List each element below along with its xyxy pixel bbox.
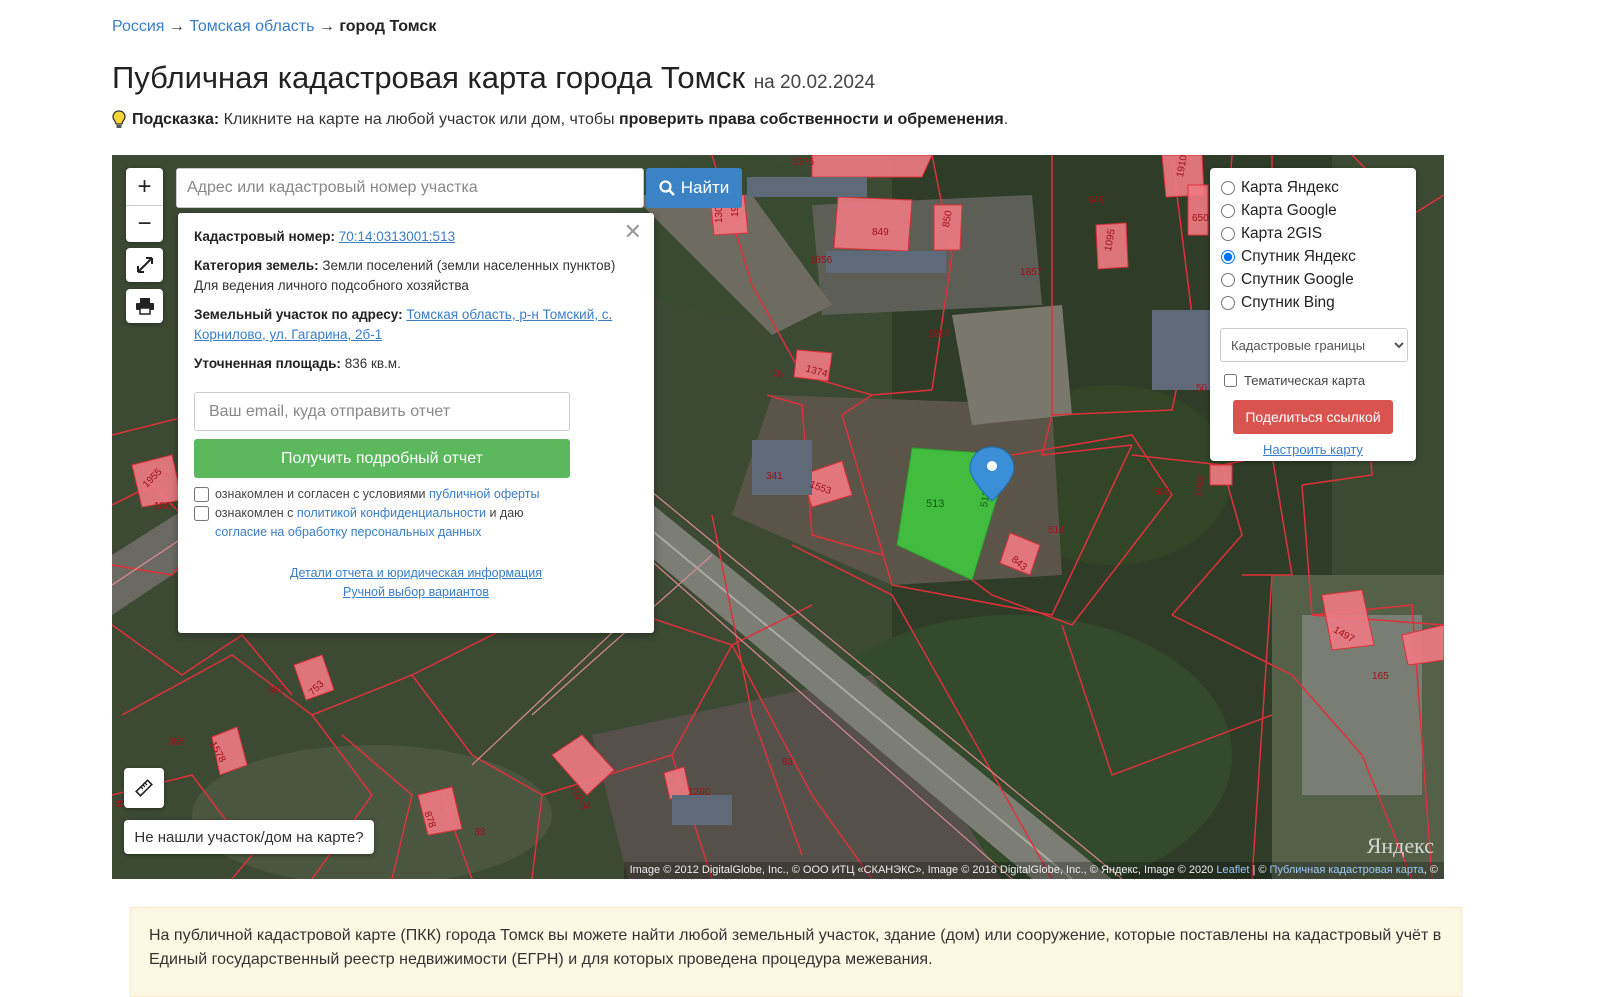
zoom-in-button[interactable]: + bbox=[126, 168, 163, 205]
yandex-logo: Яндекс bbox=[1366, 833, 1434, 858]
page-date: на 20.02.2024 bbox=[753, 72, 876, 93]
privacy-text: ознакомлен с bbox=[215, 506, 294, 520]
parcel-label: 33 bbox=[474, 827, 486, 838]
layer-switcher: Карта Яндекс Карта Google Карта 2GIS Спу… bbox=[1210, 168, 1416, 461]
share-link-button[interactable]: Поделиться ссылкой bbox=[1233, 400, 1393, 434]
privacy-agreement: ознакомлен с политикой конфиденциальност… bbox=[194, 504, 638, 542]
parcel-label: 1856 bbox=[810, 255, 833, 266]
breadcrumb-separator: → bbox=[318, 18, 335, 35]
fullscreen-icon bbox=[136, 257, 153, 273]
pkk-link[interactable]: Публичная кадастровая карта bbox=[1270, 864, 1424, 876]
layer-option-bing-satellite[interactable]: Спутник Bing bbox=[1220, 291, 1406, 314]
parcel-label: 514 bbox=[1048, 525, 1065, 536]
breadcrumb-russia[interactable]: Россия bbox=[112, 18, 164, 35]
parcel-label: 83 bbox=[782, 757, 794, 768]
parcel-label: 34 bbox=[580, 801, 592, 812]
land-usage: Для ведения личного подсобного хозяйства bbox=[194, 278, 469, 293]
offer-agreement: ознакомлен и согласен с условиями публич… bbox=[194, 485, 638, 504]
zoom-out-button[interactable]: − bbox=[126, 205, 163, 242]
layer-option-yandex-map[interactable]: Карта Яндекс bbox=[1220, 176, 1406, 199]
leaflet-link[interactable]: Leaflet bbox=[1216, 864, 1249, 876]
cad-number-label: Кадастровый номер: bbox=[194, 229, 335, 244]
layer-option-google-satellite[interactable]: Спутник Google bbox=[1220, 268, 1406, 291]
configure-map-link[interactable]: Настроить карту bbox=[1220, 442, 1406, 457]
find-button[interactable]: Найти bbox=[646, 168, 742, 208]
offer-text: ознакомлен и согласен с условиями bbox=[215, 487, 426, 501]
parcel-label: 1375 bbox=[792, 157, 815, 168]
breadcrumb-separator: → bbox=[168, 18, 185, 35]
zoom-control: + − bbox=[126, 168, 163, 242]
offer-checkbox[interactable] bbox=[194, 487, 209, 502]
thematic-map-toggle[interactable]: Тематическая карта bbox=[1220, 368, 1406, 392]
page-title: Публичная кадастровая карта города Томск… bbox=[112, 60, 875, 96]
parcel-label: 165 bbox=[1372, 671, 1389, 682]
parcel-info-popup: ✕ Кадастровый номер: 70:14:0313001:513 К… bbox=[178, 213, 654, 633]
parcel-label: 355 bbox=[168, 737, 185, 748]
layer-option-google-map[interactable]: Карта Google bbox=[1220, 199, 1406, 222]
lightbulb-icon bbox=[112, 110, 126, 128]
fullscreen-button[interactable] bbox=[126, 248, 163, 282]
thematic-checkbox[interactable] bbox=[1224, 373, 1237, 387]
parcel-label: 1200 bbox=[688, 787, 711, 798]
public-offer-link[interactable]: публичной оферты bbox=[429, 487, 539, 501]
close-icon[interactable]: ✕ bbox=[624, 221, 642, 243]
search-icon bbox=[659, 180, 675, 196]
parcel-label: 649 bbox=[1088, 195, 1105, 206]
get-report-button[interactable]: Получить подробный отчет bbox=[194, 439, 570, 478]
ruler-icon bbox=[135, 779, 153, 797]
parcel-label: 130 bbox=[714, 206, 725, 223]
address-search-input[interactable] bbox=[176, 168, 644, 208]
hint-text: Кликните на карте на любой участок или д… bbox=[223, 111, 615, 128]
ruler-button[interactable] bbox=[124, 768, 164, 808]
layer-option-yandex-satellite[interactable]: Спутник Яндекс bbox=[1220, 245, 1406, 268]
hint: Подсказка: Кликните на карте на любой уч… bbox=[112, 110, 1008, 130]
parcel-label: 503 bbox=[1154, 487, 1171, 498]
layer-option-2gis-map[interactable]: Карта 2GIS bbox=[1220, 222, 1406, 245]
report-details-link[interactable]: Детали отчета и юридическая информация bbox=[194, 564, 638, 583]
parcel-label: 1857 bbox=[928, 329, 951, 340]
parcel-label: 1857 bbox=[1020, 267, 1043, 278]
privacy-mid-text: и даю bbox=[489, 506, 524, 520]
breadcrumb: Россия → Томская область → город Томск bbox=[112, 18, 436, 36]
hint-bold-text: проверить права собственности и обремене… bbox=[618, 111, 1004, 128]
cadastral-map[interactable]: 1375 130 1901 849 850 649 1910 650 1856 … bbox=[112, 155, 1444, 879]
privacy-checkbox[interactable] bbox=[194, 506, 209, 521]
parcel-label: 650 bbox=[1192, 213, 1209, 224]
parcel-label: 76 bbox=[772, 369, 784, 380]
area-value: 836 кв.м. bbox=[344, 356, 401, 371]
parcel-label: 687 bbox=[268, 685, 285, 696]
parcel-label: 341 bbox=[766, 471, 783, 482]
map-attribution: Image © 2012 DigitalGlobe, Inc., © ООО И… bbox=[623, 862, 1444, 879]
cad-number-link[interactable]: 70:14:0313001:513 bbox=[339, 229, 455, 244]
print-button[interactable] bbox=[126, 289, 163, 323]
category-value: Земли поселений (земли населенных пункто… bbox=[322, 258, 616, 273]
personal-data-consent-link[interactable]: согласие на обработку персональных данны… bbox=[215, 525, 481, 539]
parcel-label: 513 bbox=[926, 498, 944, 510]
breadcrumb-current: город Томск bbox=[339, 18, 437, 35]
parcel-label: 186 bbox=[154, 501, 171, 512]
parcel-label: 50 bbox=[1196, 383, 1208, 394]
manual-selection-link[interactable]: Ручной выбор вариантов bbox=[194, 583, 638, 602]
popup-links: Детали отчета и юридическая информация Р… bbox=[194, 564, 638, 602]
area-label: Уточненная площадь: bbox=[194, 356, 341, 371]
print-icon bbox=[135, 298, 154, 315]
find-button-label: Найти bbox=[680, 178, 730, 197]
parcel-label: 849 bbox=[872, 227, 889, 238]
hint-label: Подсказка: bbox=[132, 111, 220, 128]
hint-end: . bbox=[1003, 111, 1009, 128]
address-label: Земельный участок по адресу: bbox=[194, 307, 403, 322]
not-found-button[interactable]: Не нашли участок/дом на карте? bbox=[124, 820, 374, 854]
info-box: На публичной кадастровой карте (ПКК) гор… bbox=[130, 907, 1462, 997]
privacy-policy-link[interactable]: политикой конфиденциальности bbox=[297, 506, 486, 520]
breadcrumb-tomsk-region[interactable]: Томская область bbox=[189, 18, 314, 35]
overlay-select[interactable]: Кадастровые границы bbox=[1220, 328, 1408, 362]
page-title-text: Публичная кадастровая карта города Томск bbox=[112, 60, 746, 95]
email-input[interactable] bbox=[194, 392, 570, 431]
category-label: Категория земель: bbox=[194, 258, 319, 273]
